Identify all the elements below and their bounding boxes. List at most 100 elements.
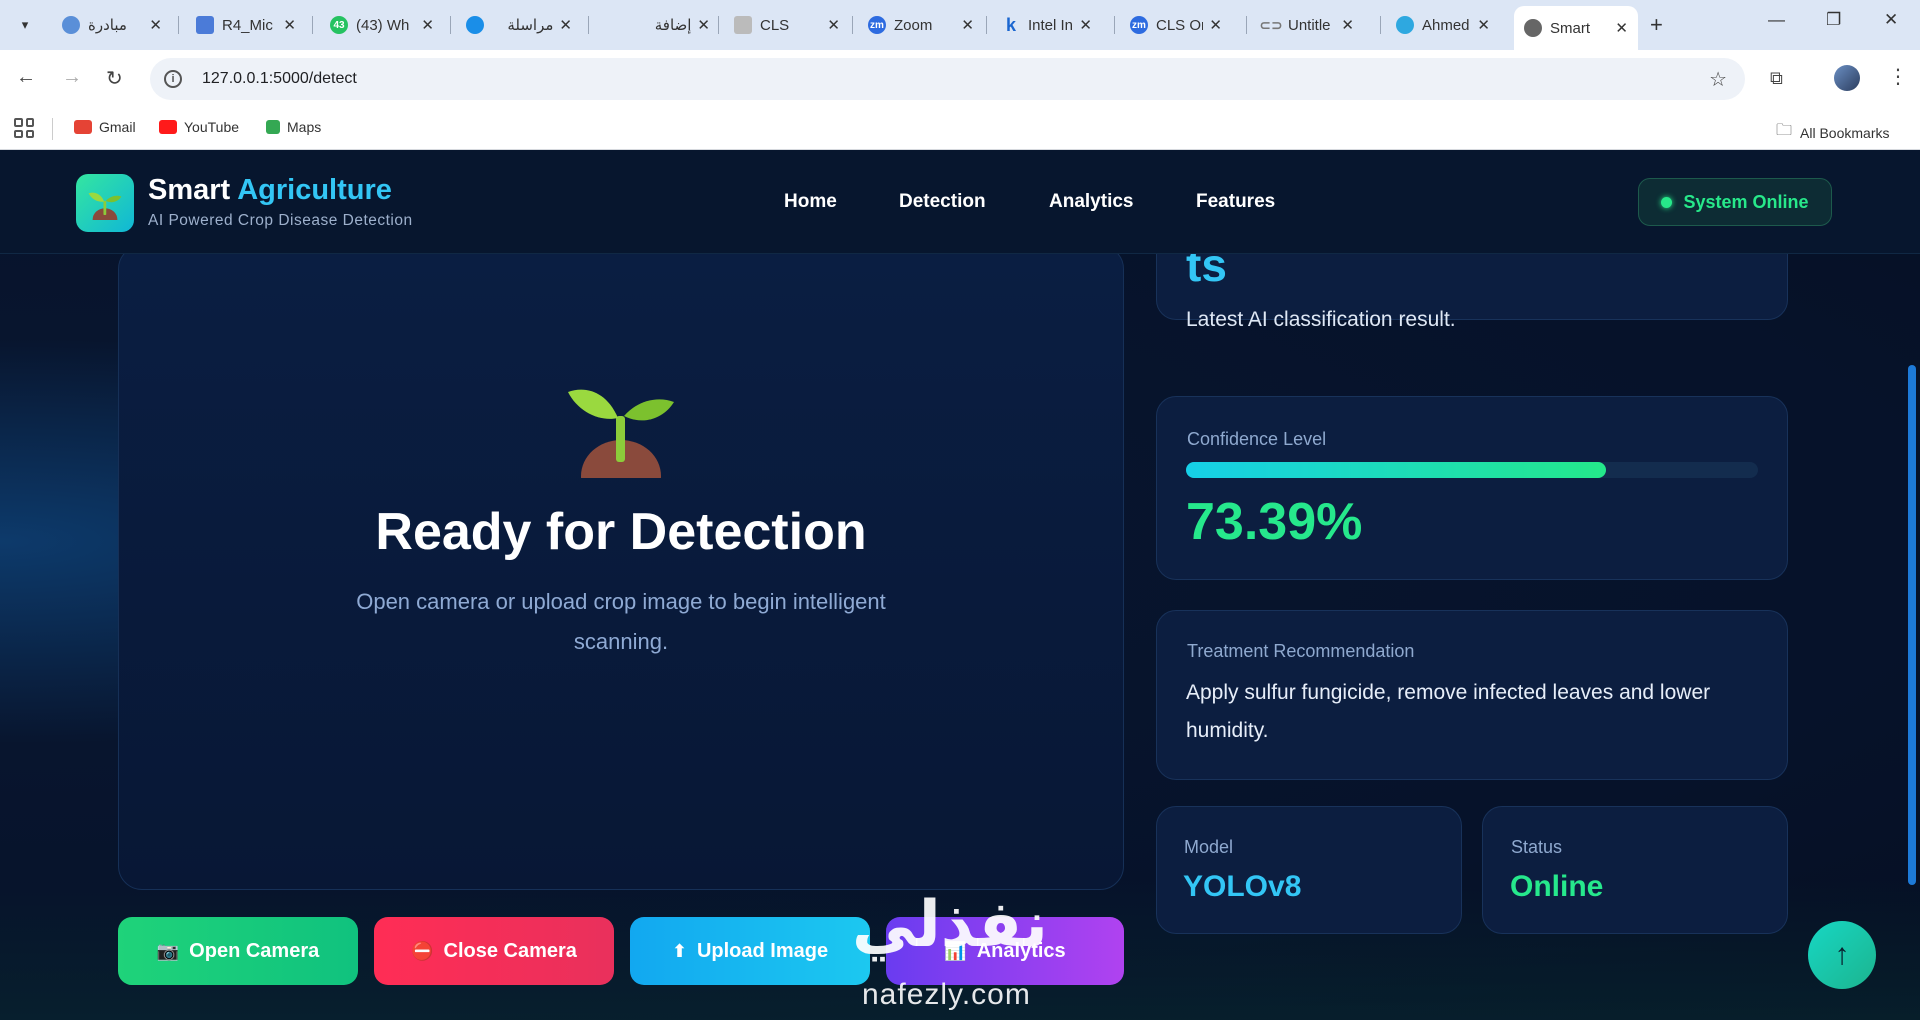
browser-toolbar: ← → ↻ i 127.0.0.1:5000/detect ☆ ⧉ ⋮ xyxy=(0,50,1920,108)
confidence-value: 73.39% xyxy=(1186,493,1363,551)
browser-tab[interactable]: zm CLS Or ✕ xyxy=(1120,8,1232,42)
apps-grid-icon[interactable] xyxy=(14,118,34,138)
browser-tab[interactable]: zm Zoom ✕ xyxy=(858,8,984,42)
status-value: Online xyxy=(1510,870,1604,903)
close-icon[interactable]: ✕ xyxy=(961,16,974,34)
address-bar[interactable]: i 127.0.0.1:5000/detect ☆ xyxy=(150,58,1745,100)
tab-search-chevron-icon[interactable]: ▾ xyxy=(10,10,40,40)
browser-tab-active[interactable]: Smart ✕ xyxy=(1514,6,1638,50)
ready-title: Ready for Detection xyxy=(375,503,867,561)
confidence-progress-bar xyxy=(1186,462,1758,478)
folder-icon: 🗀 xyxy=(1776,122,1793,139)
close-icon[interactable]: ✕ xyxy=(1477,16,1490,34)
tab-favicon-icon xyxy=(62,16,80,34)
nav-analytics[interactable]: Analytics xyxy=(1049,191,1133,213)
model-value: YOLOv8 xyxy=(1183,870,1302,903)
close-icon[interactable]: ✕ xyxy=(1341,16,1354,34)
nav-features[interactable]: Features xyxy=(1196,191,1275,213)
close-icon[interactable]: ✕ xyxy=(827,16,840,34)
confidence-label: Confidence Level xyxy=(1187,429,1327,449)
camera-icon: 📷 xyxy=(156,940,180,961)
browser-menu-icon[interactable]: ⋮ xyxy=(1888,64,1908,89)
open-camera-button[interactable]: 📷 Open Camera xyxy=(118,917,358,985)
model-label: Model xyxy=(1184,837,1234,857)
reload-icon[interactable]: ↻ xyxy=(106,66,123,91)
treatment-label: Treatment Recommendation xyxy=(1187,641,1415,661)
close-icon[interactable]: ✕ xyxy=(1079,16,1092,34)
status-label: Status xyxy=(1511,837,1563,857)
all-bookmarks[interactable]: 🗀 All Bookmarks xyxy=(1776,119,1889,146)
globe-icon xyxy=(1524,19,1542,37)
url-text[interactable]: 127.0.0.1:5000/detect xyxy=(202,70,357,88)
confidence-progress-fill xyxy=(1186,462,1606,478)
status-dot-icon xyxy=(1661,196,1673,208)
link-icon: ⊂⊃ xyxy=(1259,16,1283,33)
result-subtitle: Latest AI classification result. xyxy=(1186,308,1456,331)
brand-tagline: AI Powered Crop Disease Detection xyxy=(148,212,413,229)
logo[interactable] xyxy=(76,174,134,232)
browser-tab[interactable]: k Intel In ✕ xyxy=(992,8,1102,42)
close-icon[interactable]: ✕ xyxy=(283,16,296,34)
upload-arrow-icon: ⬆ xyxy=(671,940,687,961)
sprout-icon xyxy=(568,389,674,478)
page-scrollbar[interactable] xyxy=(1908,365,1916,885)
close-icon[interactable]: ✕ xyxy=(559,16,572,34)
ready-subtitle: Open camera or upload crop image to begi… xyxy=(356,589,886,654)
youtube-icon xyxy=(159,120,177,134)
close-icon[interactable]: ✕ xyxy=(1209,16,1222,34)
extensions-puzzle-icon[interactable]: ⧉ xyxy=(1770,68,1783,89)
back-arrow-icon[interactable]: ← xyxy=(16,66,36,89)
browser-tab-strip: ▾ مبادرة ✕ R4_Mic ✕ 43 (43) Wh ✕ مراسلة ✕ إض… xyxy=(0,0,1920,50)
page: Ready for Detection Open camera or uploa… xyxy=(0,150,1920,1020)
tab-favicon-icon xyxy=(1396,16,1414,34)
nav-detection[interactable]: Detection xyxy=(899,191,986,213)
scroll-to-top-button[interactable]: ↑ xyxy=(1808,921,1876,989)
confidence-card: Confidence Level xyxy=(1156,396,1788,580)
close-icon[interactable]: ✕ xyxy=(1615,19,1628,37)
forward-arrow-icon[interactable]: → xyxy=(62,66,82,89)
tab-favicon-icon xyxy=(466,16,484,34)
browser-tab[interactable]: إضافة ✕ xyxy=(594,8,720,42)
stop-icon: ⛔ xyxy=(411,940,434,961)
minimize-icon[interactable]: — xyxy=(1768,10,1785,30)
new-tab-plus-icon[interactable]: + xyxy=(1650,12,1663,38)
zoom-icon: zm xyxy=(1130,16,1148,34)
restore-icon[interactable]: ❐ xyxy=(1826,10,1841,30)
brand-name[interactable]: Smart Agriculture xyxy=(148,174,392,207)
watermark-logo: نفذلي xyxy=(852,888,1048,962)
close-camera-button[interactable]: ⛔ Close Camera xyxy=(374,917,614,985)
upload-image-button[interactable]: ⬆ Upload Image xyxy=(630,917,870,985)
bookmark-gmail[interactable]: Gmail xyxy=(74,119,136,135)
tab-favicon-icon xyxy=(196,16,214,34)
detection-panel xyxy=(118,245,1124,890)
close-icon[interactable]: ✕ xyxy=(421,16,434,34)
maps-icon xyxy=(266,120,280,134)
site-info-icon[interactable]: i xyxy=(164,70,182,88)
zoom-icon: zm xyxy=(868,16,886,34)
profile-avatar[interactable] xyxy=(1834,65,1860,91)
bookmark-maps[interactable]: Maps xyxy=(266,119,321,135)
browser-tab[interactable]: R4_Mic ✕ xyxy=(186,8,306,42)
browser-tab[interactable]: 43 (43) Wh ✕ xyxy=(320,8,444,42)
system-status-badge: System Online xyxy=(1638,178,1832,226)
gmail-icon xyxy=(74,120,92,134)
bookmark-youtube[interactable]: YouTube xyxy=(159,119,239,135)
window-close-icon[interactable]: ✕ xyxy=(1884,10,1898,30)
close-icon[interactable]: ✕ xyxy=(149,16,162,34)
bookmark-star-icon[interactable]: ☆ xyxy=(1709,67,1727,92)
close-icon[interactable]: ✕ xyxy=(697,16,710,34)
bookmarks-bar: Gmail YouTube Maps 🗀 All Bookmarks xyxy=(0,108,1920,150)
browser-tab[interactable]: مراسلة ✕ xyxy=(456,8,582,42)
whatsapp-icon: 43 xyxy=(330,16,348,34)
nav-home[interactable]: Home xyxy=(784,191,837,213)
browser-tab[interactable]: مبادرة ✕ xyxy=(52,8,172,42)
arrow-up-icon: ↑ xyxy=(1834,938,1850,971)
browser-tab[interactable]: CLS ✕ xyxy=(724,8,850,42)
tab-favicon-icon: k xyxy=(1005,14,1016,35)
browser-tab[interactable]: Ahmed ✕ xyxy=(1386,8,1500,42)
site-header: Smart Agriculture AI Powered Crop Diseas… xyxy=(0,150,1920,254)
watermark-url: nafezly.com xyxy=(862,978,1031,1011)
browser-tab[interactable]: ⊂⊃ Untitle ✕ xyxy=(1252,8,1364,42)
sprout-logo-icon xyxy=(88,192,122,220)
treatment-text: Apply sulfur fungicide, remove infected … xyxy=(1186,681,1711,742)
